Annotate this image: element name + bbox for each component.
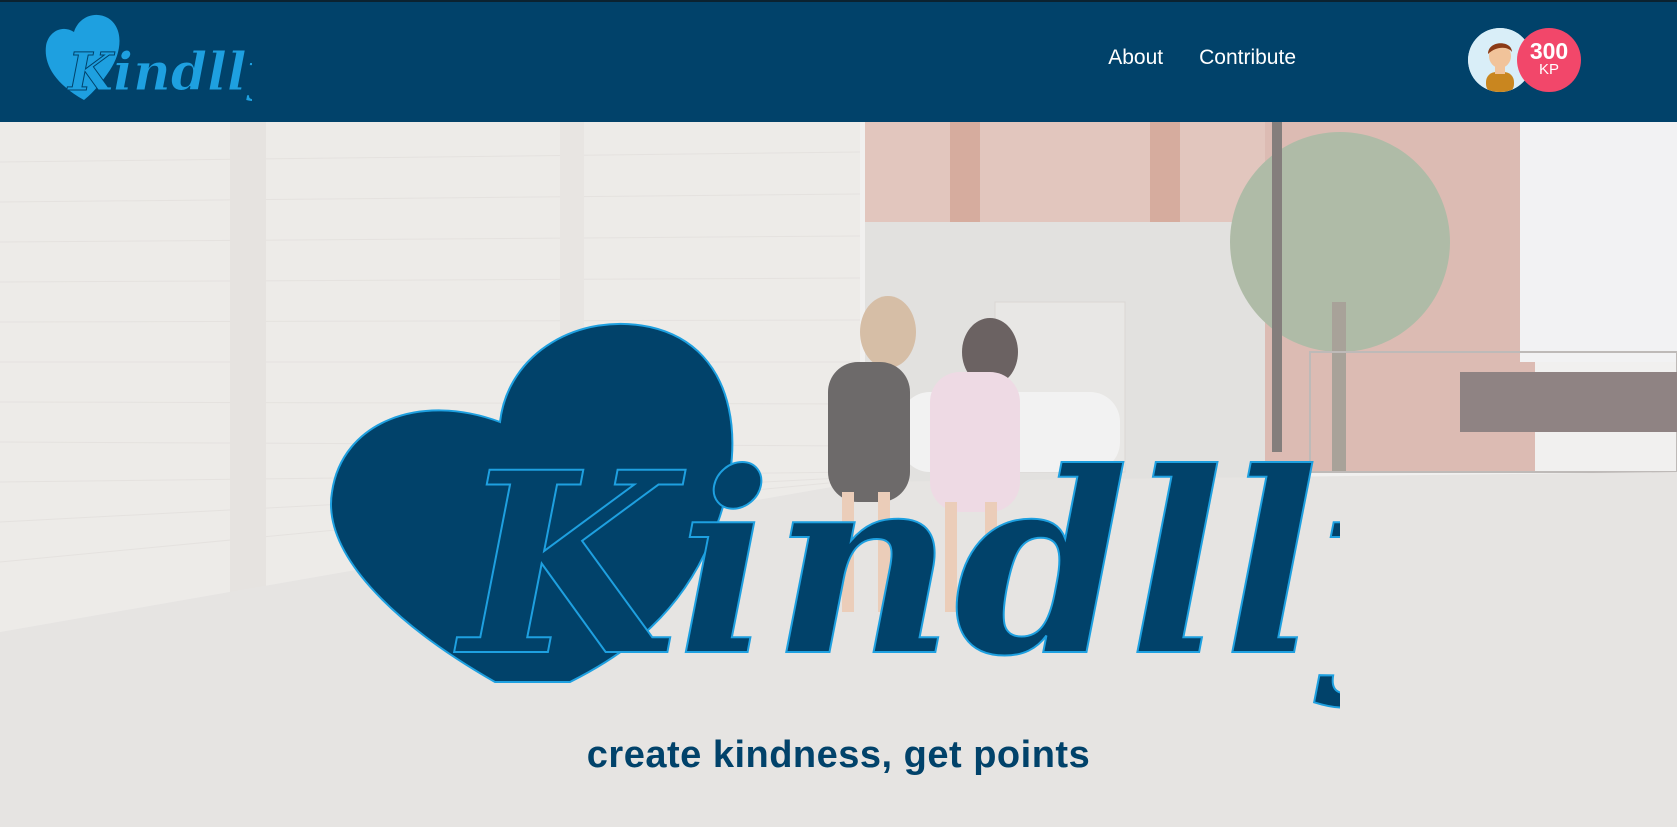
points-badge[interactable]: 300 KP — [1517, 28, 1581, 92]
hero-tagline: create kindness, get points — [586, 734, 1091, 776]
nav-about-link[interactable]: About — [1108, 46, 1163, 70]
nav-contribute-link[interactable]: Contribute — [1199, 46, 1296, 70]
nav-logo-text: Kindlly — [66, 42, 252, 103]
nav-logo[interactable]: Kindlly — [42, 12, 281, 107]
hero-logo-text: Kindlly — [454, 417, 1340, 711]
heart-logo-icon: Kindlly — [45, 14, 281, 104]
nav-links: About Contribute — [1108, 46, 1296, 70]
points-value: 300 — [1529, 38, 1569, 64]
hero-section: Kindlly create kindness, get points — [0, 122, 1677, 827]
hero-logo: Kindlly — [330, 322, 1340, 712]
top-navbar: Kindlly About Contribute 300 KP — [0, 0, 1677, 122]
points-unit: KP — [1538, 61, 1559, 78]
